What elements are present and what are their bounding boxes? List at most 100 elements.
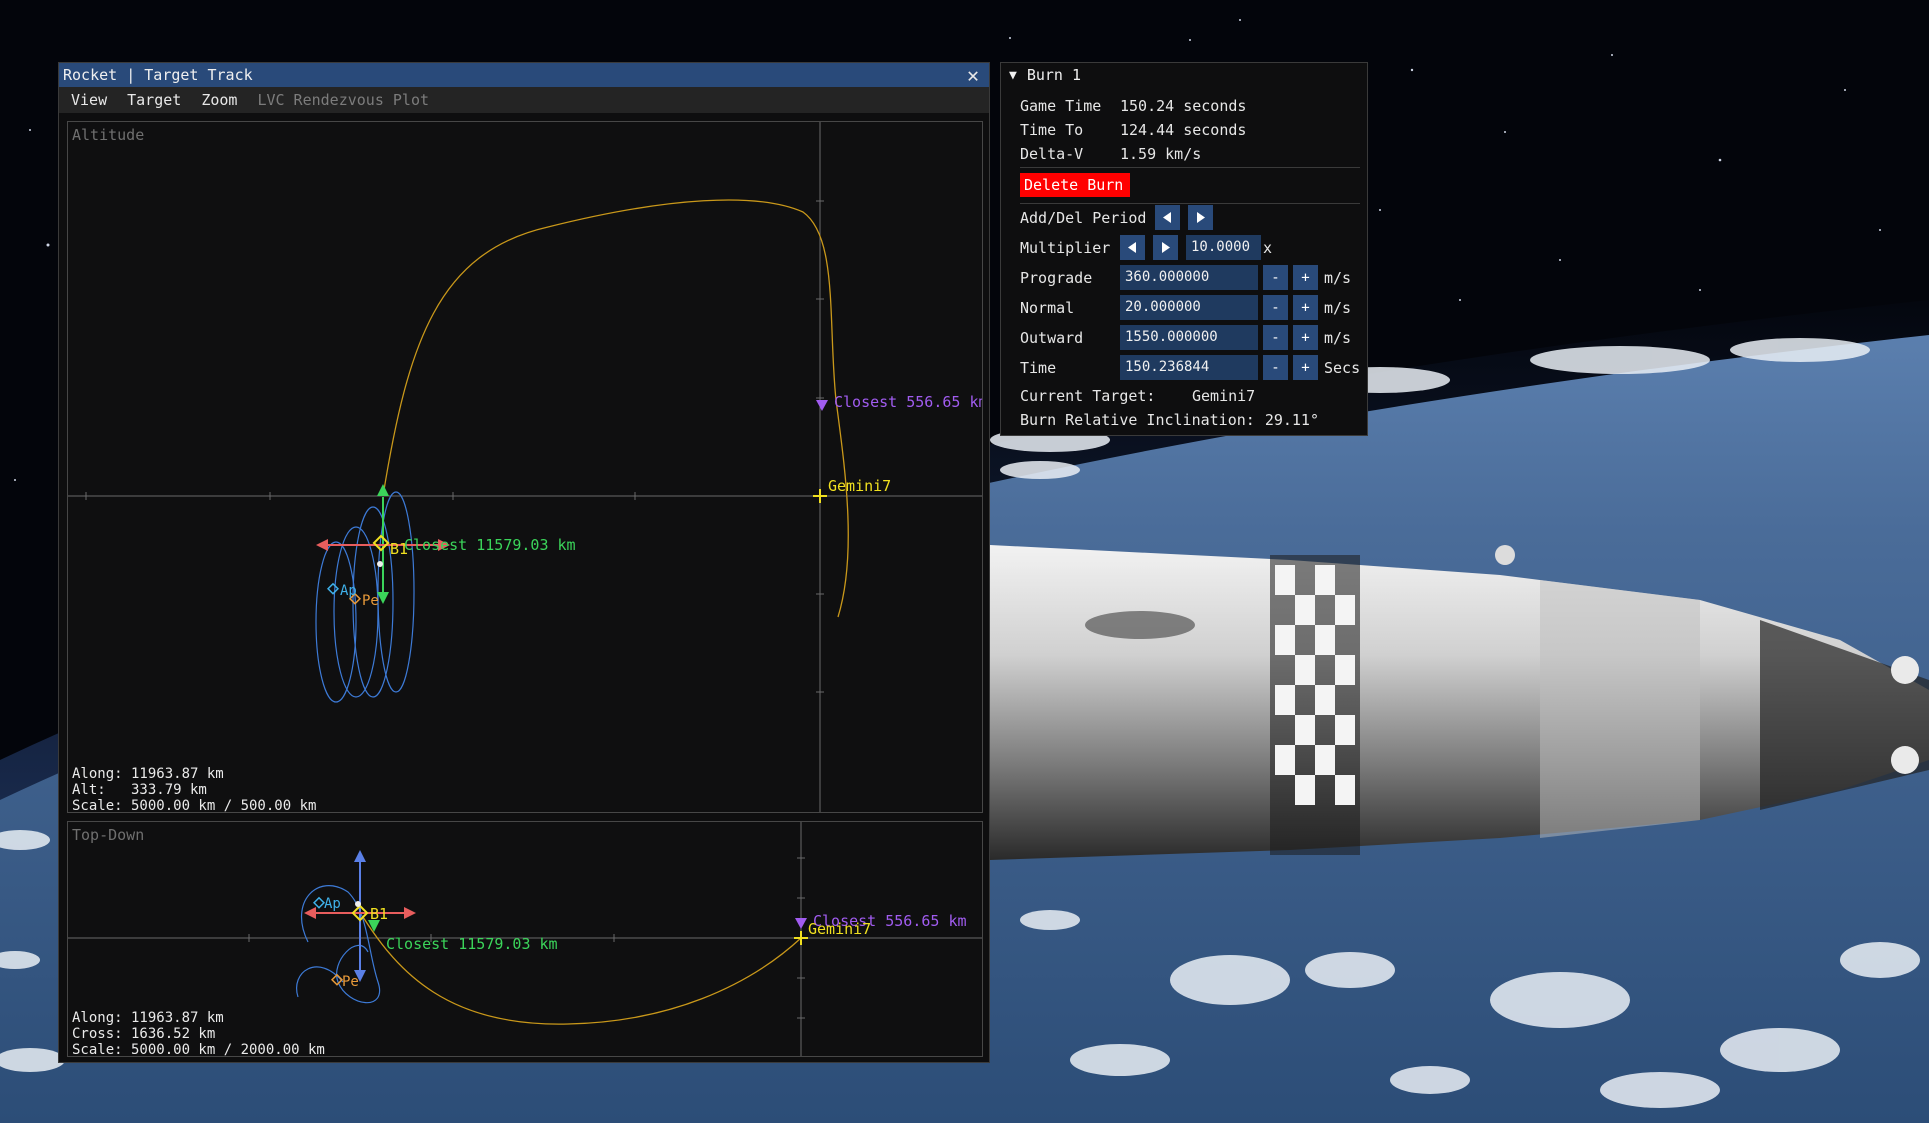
target-track-window: Rocket | Target Track ✕ View Target Zoom… <box>58 62 990 1063</box>
outward-minus-button[interactable]: - <box>1263 325 1288 350</box>
topdown-readout: Along: 11963.87 km Cross: 1636.52 km Sca… <box>72 1010 325 1057</box>
inclination-row: Burn Relative Inclination: 29.11° <box>1020 411 1319 429</box>
arrow-left-icon <box>1163 212 1171 223</box>
topdown-plot[interactable]: Closest 556.65 km Gemini7 Closest 11579.… <box>67 821 983 1057</box>
axes <box>68 122 982 812</box>
arrow-left-icon <box>1128 242 1136 253</box>
menu-target[interactable]: Target <box>115 91 189 109</box>
menu-bar: View Target Zoom LVC Rendezvous Plot <box>59 87 989 113</box>
outward-row: Outward 1550.000000 - + m/s <box>1020 325 1351 350</box>
altitude-readout: Along: 11963.87 km Alt: 333.79 km Scale:… <box>72 766 317 813</box>
normal-label: Normal <box>1020 298 1075 317</box>
game-time-label: Game Time <box>1020 97 1102 115</box>
add-del-period-label: Add/Del Period <box>1020 208 1147 227</box>
burn-panel: ▼ Burn 1 Game Time 150.24 seconds Time T… <box>1000 62 1368 436</box>
closest-target-label: Closest 556.65 km <box>834 393 983 411</box>
arrow-right-icon <box>1197 212 1205 223</box>
delete-burn-button[interactable]: Delete Burn <box>1020 173 1130 197</box>
time-to-value: 124.44 seconds <box>1120 121 1247 139</box>
closest-burn-label: Closest 11579.03 km <box>404 536 576 554</box>
altitude-plot-label: Altitude <box>72 126 145 144</box>
time-minus-button[interactable]: - <box>1263 355 1288 380</box>
apoapsis-label: Ap <box>324 896 341 912</box>
normal-row: Normal 20.000000 - + m/s <box>1020 295 1351 320</box>
prograde-field[interactable]: 360.000000 <box>1120 265 1258 290</box>
close-icon[interactable]: ✕ <box>963 65 983 85</box>
target-marker <box>813 489 827 503</box>
multiplier-decrease-button[interactable] <box>1120 235 1145 260</box>
delta-v-row: Delta-V 1.59 km/s <box>1020 145 1201 163</box>
time-unit: Secs <box>1324 358 1361 377</box>
closest-target-marker <box>795 918 807 929</box>
periapsis-label: Pe <box>362 593 379 609</box>
inclination-value: 29.11° <box>1264 411 1319 429</box>
prograde-row: Prograde 360.000000 - + m/s <box>1020 265 1351 290</box>
multiplier-row: Multiplier 10.0000 x <box>1020 235 1272 260</box>
altitude-plot-canvas: Closest 556.65 km Gemini7 Closest 11579.… <box>68 122 983 812</box>
game-time-value: 150.24 seconds <box>1120 97 1247 115</box>
time-plus-button[interactable]: + <box>1293 355 1318 380</box>
closest-target-marker <box>816 400 828 411</box>
normal-field[interactable]: 20.000000 <box>1120 295 1258 320</box>
outward-unit: m/s <box>1324 328 1352 347</box>
time-label: Time <box>1020 358 1057 377</box>
burn-title: Burn 1 <box>1026 66 1082 84</box>
normal-minus-button[interactable]: - <box>1263 295 1288 320</box>
readout-scale: Scale: 5000.00 km / 2000.00 km <box>72 1042 325 1057</box>
time-field[interactable]: 150.236844 <box>1120 355 1258 380</box>
readout-cross: Cross: 1636.52 km <box>72 1026 216 1042</box>
menu-view[interactable]: View <box>59 91 115 109</box>
time-row: Time 150.236844 - + Secs <box>1020 355 1360 380</box>
target-track-titlebar[interactable]: Rocket | Target Track ✕ <box>59 63 989 87</box>
periapsis-label: Pe <box>342 974 359 990</box>
burn-label: B1 <box>390 540 408 558</box>
trajectory-path <box>362 916 802 1025</box>
current-target-label: Current Target: <box>1020 387 1156 405</box>
burn-header[interactable]: ▼ Burn 1 <box>1001 63 1367 87</box>
menu-zoom[interactable]: Zoom <box>189 91 245 109</box>
add-del-period-row: Add/Del Period <box>1020 205 1221 230</box>
apoapsis-label: Ap <box>340 583 357 599</box>
multiplier-field[interactable]: 10.0000 <box>1186 235 1261 260</box>
menu-lvc-rendezvous-plot: LVC Rendezvous Plot <box>257 91 430 109</box>
normal-unit: m/s <box>1324 298 1352 317</box>
delta-v-value: 1.59 km/s <box>1120 145 1202 163</box>
outward-field[interactable]: 1550.000000 <box>1120 325 1258 350</box>
current-target-value: Gemini7 <box>1192 387 1256 405</box>
trajectory-path <box>382 199 849 618</box>
multiplier-increase-button[interactable] <box>1153 235 1178 260</box>
multiplier-unit: x <box>1263 238 1273 257</box>
game-time-row: Game Time 150.24 seconds <box>1020 97 1246 115</box>
time-to-row: Time To 124.44 seconds <box>1020 121 1246 139</box>
delta-v-label: Delta-V <box>1020 145 1084 163</box>
target-label: Gemini7 <box>828 477 891 495</box>
readout-alt: Alt: 333.79 km <box>72 782 207 798</box>
collapse-triangle-icon[interactable]: ▼ <box>1009 68 1017 83</box>
divider <box>1020 203 1360 204</box>
period-decrease-button[interactable] <box>1155 205 1180 230</box>
multiplier-label: Multiplier <box>1020 238 1111 257</box>
apoapsis-marker <box>326 582 340 595</box>
apoapsis-marker <box>312 896 326 909</box>
period-increase-button[interactable] <box>1188 205 1213 230</box>
burn-vector-arrows <box>304 850 416 982</box>
prograde-label: Prograde <box>1020 268 1093 287</box>
outward-label: Outward <box>1020 328 1084 347</box>
inclination-label: Burn Relative Inclination: <box>1020 411 1255 429</box>
time-to-label: Time To <box>1020 121 1084 139</box>
readout-along: Along: 11963.87 km <box>72 766 224 782</box>
outward-plus-button[interactable]: + <box>1293 325 1318 350</box>
readout-along: Along: 11963.87 km <box>72 1010 224 1026</box>
prograde-minus-button[interactable]: - <box>1263 265 1288 290</box>
altitude-plot[interactable]: Closest 556.65 km Gemini7 Closest 11579.… <box>67 121 983 813</box>
normal-plus-button[interactable]: + <box>1293 295 1318 320</box>
target-label: Gemini7 <box>808 920 871 938</box>
burn-label: B1 <box>370 905 388 923</box>
arrow-right-icon <box>1162 242 1170 253</box>
prograde-plus-button[interactable]: + <box>1293 265 1318 290</box>
divider <box>1020 167 1360 168</box>
closest-burn-label: Closest 11579.03 km <box>386 935 558 953</box>
prograde-unit: m/s <box>1324 268 1352 287</box>
readout-scale: Scale: 5000.00 km / 500.00 km <box>72 798 317 813</box>
topdown-plot-label: Top-Down <box>72 826 145 844</box>
